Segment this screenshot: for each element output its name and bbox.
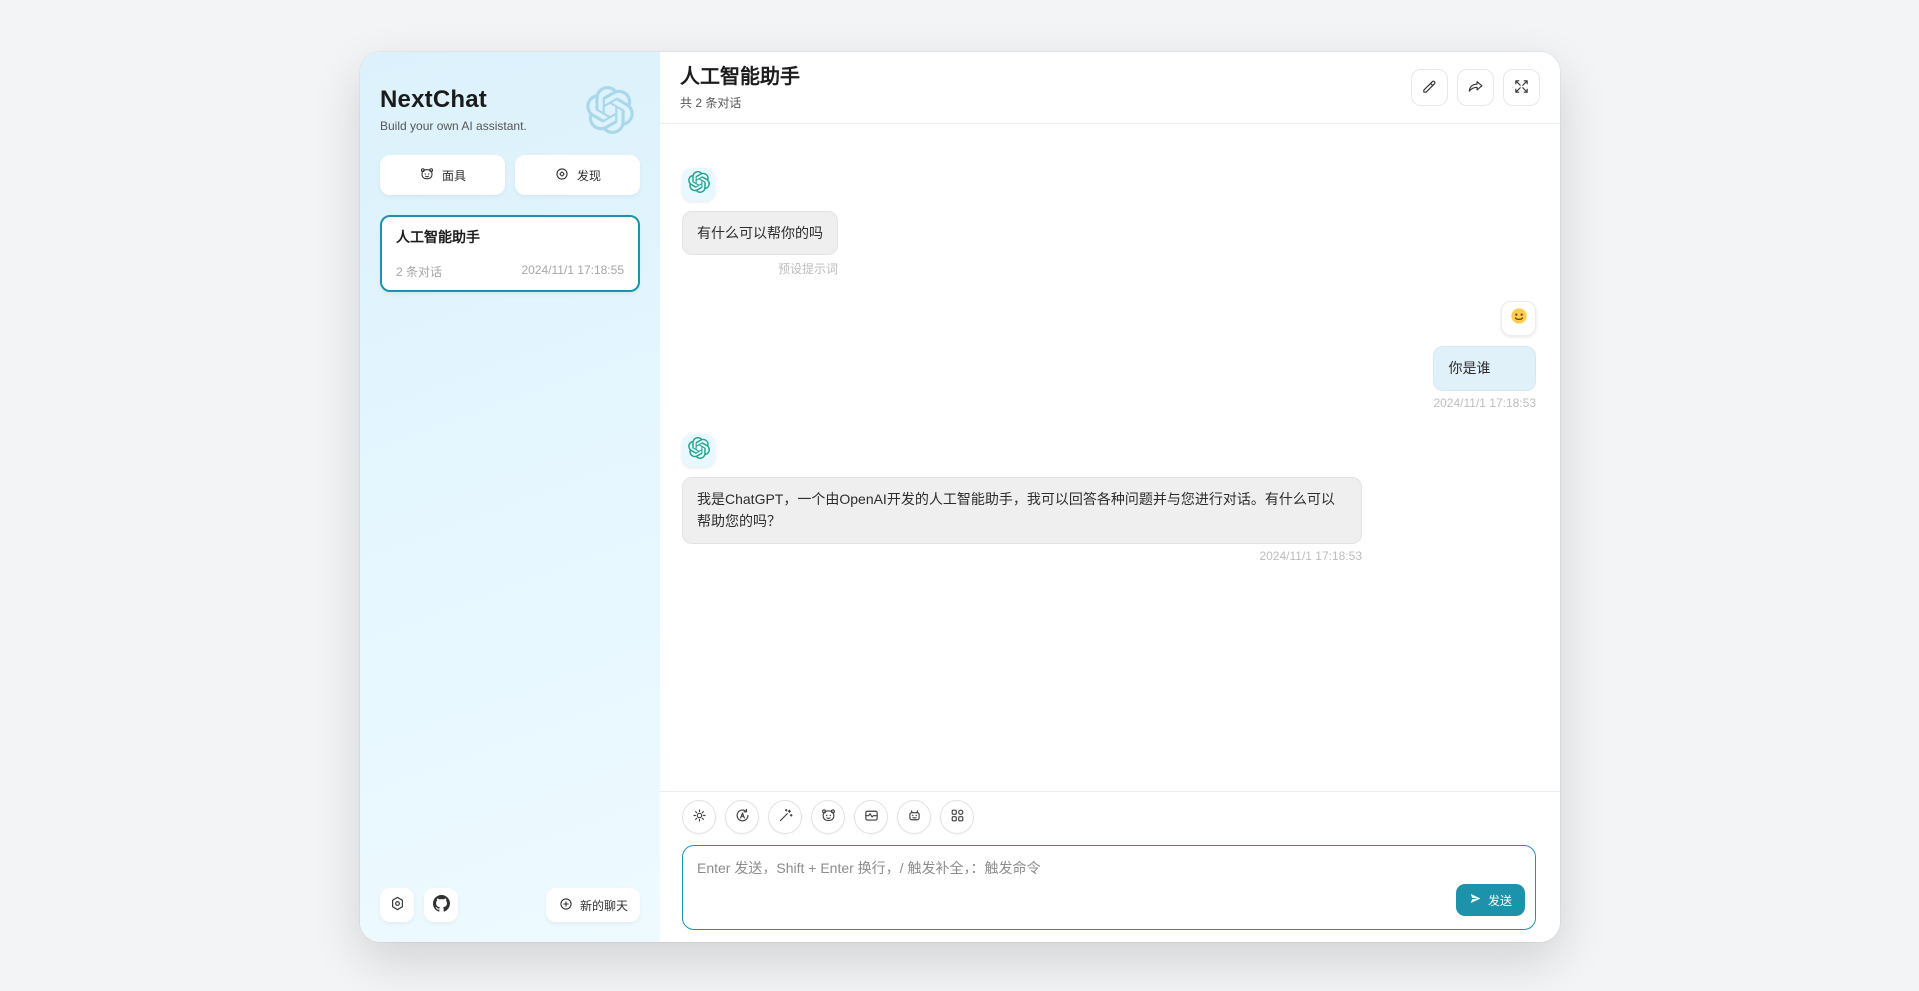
chat-settings-button[interactable] xyxy=(682,800,716,834)
chat-header-titles: 人工智能助手 共 2 条对话 xyxy=(680,64,800,111)
grid-icon xyxy=(949,807,966,827)
clear-context-button[interactable] xyxy=(854,800,888,834)
theme-auto-icon xyxy=(734,807,751,827)
openai-logo xyxy=(586,86,634,134)
nextchat-window: NextChat Build your own AI assistant. 面具… xyxy=(360,52,1560,942)
message-assistant: 我是ChatGPT，一个由OpenAI开发的人工智能助手，我可以回答各种问题并与… xyxy=(682,434,1536,563)
assistant-avatar xyxy=(682,434,715,467)
message-timestamp: 2024/11/1 17:18:53 xyxy=(1433,396,1536,410)
sidebar-actions: 面具 发现 xyxy=(380,155,640,195)
message-user: 你是谁 2024/11/1 17:18:53 xyxy=(682,301,1536,409)
discover-icon xyxy=(554,166,570,185)
plus-circle-icon xyxy=(558,896,574,915)
chat-item-title: 人工智能助手 xyxy=(396,227,624,247)
message-footer: 预设提示词 xyxy=(778,260,838,277)
masks-button-label: 面具 xyxy=(442,167,466,184)
chat-header: 人工智能助手 共 2 条对话 xyxy=(660,52,1560,124)
chat-input[interactable] xyxy=(683,846,1535,929)
gear-icon xyxy=(691,807,708,827)
chat-input-box: 发送 xyxy=(682,845,1536,930)
mask-icon xyxy=(419,166,435,185)
desktop-background: NextChat Build your own AI assistant. 面具… xyxy=(0,0,1919,991)
github-button[interactable] xyxy=(424,888,458,922)
message-bubble[interactable]: 你是谁 xyxy=(1433,346,1536,390)
mask-icon xyxy=(820,807,837,827)
message-bubble[interactable]: 我是ChatGPT，一个由OpenAI开发的人工智能助手，我可以回答各种问题并与… xyxy=(682,477,1362,544)
plugins-button[interactable] xyxy=(940,800,974,834)
discover-button[interactable]: 发现 xyxy=(515,155,640,195)
clear-context-icon xyxy=(863,807,880,827)
github-icon xyxy=(433,895,450,915)
assistant-avatar xyxy=(682,168,715,201)
share-icon xyxy=(1467,78,1484,98)
share-button[interactable] xyxy=(1457,69,1494,106)
paper-plane-icon xyxy=(1469,892,1482,908)
robot-icon xyxy=(906,807,923,827)
smiley-emoji-icon xyxy=(1509,306,1529,331)
chat-list: 人工智能助手 2 条对话 2024/11/1 17:18:55 xyxy=(380,215,640,888)
chat-subtitle: 共 2 条对话 xyxy=(680,94,800,111)
new-chat-label: 新的聊天 xyxy=(580,897,628,914)
chat-main: 人工智能助手 共 2 条对话 xyxy=(660,52,1560,942)
sidebar-footer: 新的聊天 xyxy=(380,888,640,922)
chat-list-item[interactable]: 人工智能助手 2 条对话 2024/11/1 17:18:55 xyxy=(380,215,640,292)
settings-button[interactable] xyxy=(380,888,414,922)
message-list[interactable]: 有什么可以帮你的吗 预设提示词 你是谁 2024/11/1 17:18:53 xyxy=(660,124,1560,791)
message-timestamp: 2024/11/1 17:18:53 xyxy=(1259,549,1362,563)
chat-item-count: 2 条对话 xyxy=(396,263,442,280)
chat-item-time: 2024/11/1 17:18:55 xyxy=(521,263,624,280)
send-button[interactable]: 发送 xyxy=(1456,884,1525,916)
pencil-icon xyxy=(1421,78,1438,98)
openai-logo-icon xyxy=(688,437,710,464)
openai-logo-icon xyxy=(688,171,710,198)
model-select-button[interactable] xyxy=(897,800,931,834)
fullscreen-button[interactable] xyxy=(1503,69,1540,106)
masks-button[interactable]: 面具 xyxy=(380,155,505,195)
message-bubble[interactable]: 有什么可以帮你的吗 xyxy=(682,211,838,255)
chat-title[interactable]: 人工智能助手 xyxy=(680,64,800,90)
chat-input-toolbar xyxy=(682,800,1536,834)
sidebar: NextChat Build your own AI assistant. 面具… xyxy=(360,52,660,942)
chat-input-panel: 发送 xyxy=(660,791,1560,942)
chat-header-actions xyxy=(1411,69,1540,106)
theme-toggle-button[interactable] xyxy=(725,800,759,834)
masks-toolbar-button[interactable] xyxy=(811,800,845,834)
rename-button[interactable] xyxy=(1411,69,1448,106)
settings-gear-icon xyxy=(389,895,406,915)
send-button-label: 发送 xyxy=(1488,892,1512,909)
prompts-button[interactable] xyxy=(768,800,802,834)
fullscreen-icon xyxy=(1513,78,1530,98)
discover-button-label: 发现 xyxy=(577,167,601,184)
magic-wand-icon xyxy=(777,807,794,827)
chat-item-meta: 2 条对话 2024/11/1 17:18:55 xyxy=(396,263,624,280)
user-avatar xyxy=(1501,301,1536,336)
new-chat-button[interactable]: 新的聊天 xyxy=(546,888,640,922)
message-assistant: 有什么可以帮你的吗 预设提示词 xyxy=(682,168,1536,277)
